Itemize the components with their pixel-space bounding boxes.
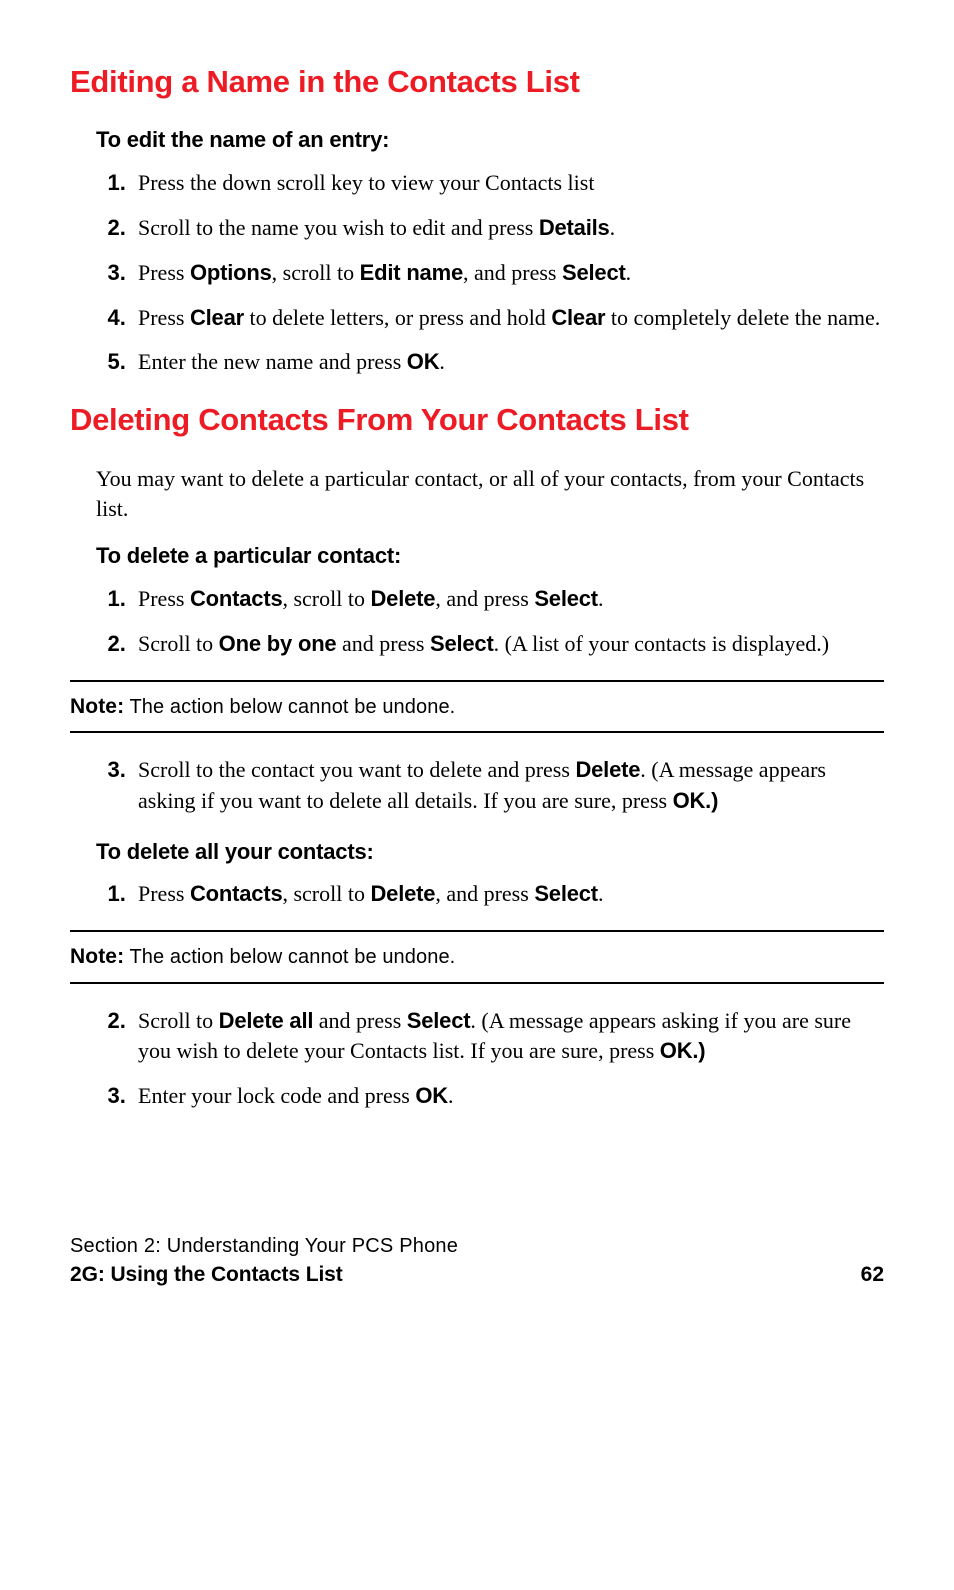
subhead-delete-particular: To delete a particular contact: [96, 541, 884, 572]
kw: One by one [219, 631, 337, 656]
subhead-edit-entry: To edit the name of an entry: [96, 125, 884, 156]
t: Scroll to [138, 1008, 219, 1033]
t: to completely delete the name. [605, 305, 880, 330]
t: . [610, 215, 616, 240]
step: Press Clear to delete letters, or press … [132, 303, 884, 334]
heading-editing: Editing a Name in the Contacts List [70, 60, 884, 103]
note-label: Note: [70, 695, 124, 718]
t: Scroll to the name you wish to edit and … [138, 215, 539, 240]
intro-paragraph: You may want to delete a particular cont… [96, 464, 884, 526]
t: . [448, 1083, 454, 1108]
kw: Select [534, 881, 598, 906]
page-number: 62 [861, 1260, 884, 1289]
note-box: Note: The action below cannot be undone. [70, 680, 884, 733]
steps-delete-one-cont: Scroll to the contact you want to delete… [96, 755, 884, 817]
note-box: Note: The action below cannot be undone. [70, 930, 884, 983]
t: , and press [435, 881, 534, 906]
step: Scroll to the name you wish to edit and … [132, 213, 884, 244]
kw: OK [415, 1083, 448, 1108]
t: and press [313, 1008, 406, 1033]
t: Enter the new name and press [138, 349, 407, 374]
t: , scroll to [282, 586, 370, 611]
t: Press [138, 260, 190, 285]
t: , and press [463, 260, 562, 285]
kw: Select [534, 586, 598, 611]
footer-left: Section 2: Understanding Your PCS Phone … [70, 1232, 458, 1289]
t: and press [336, 631, 429, 656]
t: Press [138, 586, 190, 611]
kw: OK [407, 349, 440, 374]
kw: Contacts [190, 881, 283, 906]
t: Enter your lock code and press [138, 1083, 415, 1108]
t: Press [138, 305, 190, 330]
kw: Select [407, 1008, 471, 1033]
kw: Contacts [190, 586, 283, 611]
t: . [439, 349, 445, 374]
heading-deleting: Deleting Contacts From Your Contacts Lis… [70, 398, 884, 441]
t: Scroll to [138, 631, 219, 656]
t: . [598, 881, 604, 906]
t: . [626, 260, 632, 285]
t: Scroll to the contact you want to delete… [138, 757, 575, 782]
kw: Edit name [360, 260, 463, 285]
footer-chapter: 2G: Using the Contacts List [70, 1260, 458, 1289]
footer-section: Section 2: Understanding Your PCS Phone [70, 1232, 458, 1260]
step: Enter your lock code and press OK. [132, 1081, 884, 1112]
step: Press the down scroll key to view your C… [132, 168, 884, 199]
kw: Select [430, 631, 494, 656]
steps-delete-all: Press Contacts, scroll to Delete, and pr… [96, 879, 884, 910]
kw: Delete [370, 881, 435, 906]
kw: Delete [370, 586, 435, 611]
note-text: The action below cannot be undone. [124, 946, 455, 968]
kw: Clear [551, 305, 605, 330]
step-text: Press the down scroll key to view your C… [138, 170, 594, 195]
t: , scroll to [282, 881, 370, 906]
step: Press Contacts, scroll to Delete, and pr… [132, 879, 884, 910]
kw: Select [562, 260, 626, 285]
kw: Options [190, 260, 272, 285]
t: Press [138, 881, 190, 906]
steps-delete-one: Press Contacts, scroll to Delete, and pr… [96, 584, 884, 660]
step: Press Options, scroll to Edit name, and … [132, 258, 884, 289]
step: Scroll to Delete all and press Select. (… [132, 1006, 884, 1068]
step: Scroll to One by one and press Select. (… [132, 629, 884, 660]
kw: Delete all [219, 1008, 314, 1033]
t: , and press [435, 586, 534, 611]
kw: Clear [190, 305, 244, 330]
kw: OK.) [660, 1038, 706, 1063]
kw: Delete [575, 757, 640, 782]
note-label: Note: [70, 945, 124, 968]
t: , scroll to [272, 260, 360, 285]
kw: Details [539, 215, 610, 240]
step: Enter the new name and press OK. [132, 347, 884, 378]
step: Press Contacts, scroll to Delete, and pr… [132, 584, 884, 615]
note-text: The action below cannot be undone. [124, 696, 455, 718]
steps-edit: Press the down scroll key to view your C… [96, 168, 884, 378]
t: . (A list of your contacts is displayed.… [494, 631, 829, 656]
page-footer: Section 2: Understanding Your PCS Phone … [70, 1232, 884, 1289]
t: to delete letters, or press and hold [244, 305, 551, 330]
step: Scroll to the contact you want to delete… [132, 755, 884, 817]
subhead-delete-all: To delete all your contacts: [96, 837, 884, 868]
kw: OK.) [673, 788, 719, 813]
steps-delete-all-cont: Scroll to Delete all and press Select. (… [96, 1006, 884, 1112]
t: . [598, 586, 604, 611]
